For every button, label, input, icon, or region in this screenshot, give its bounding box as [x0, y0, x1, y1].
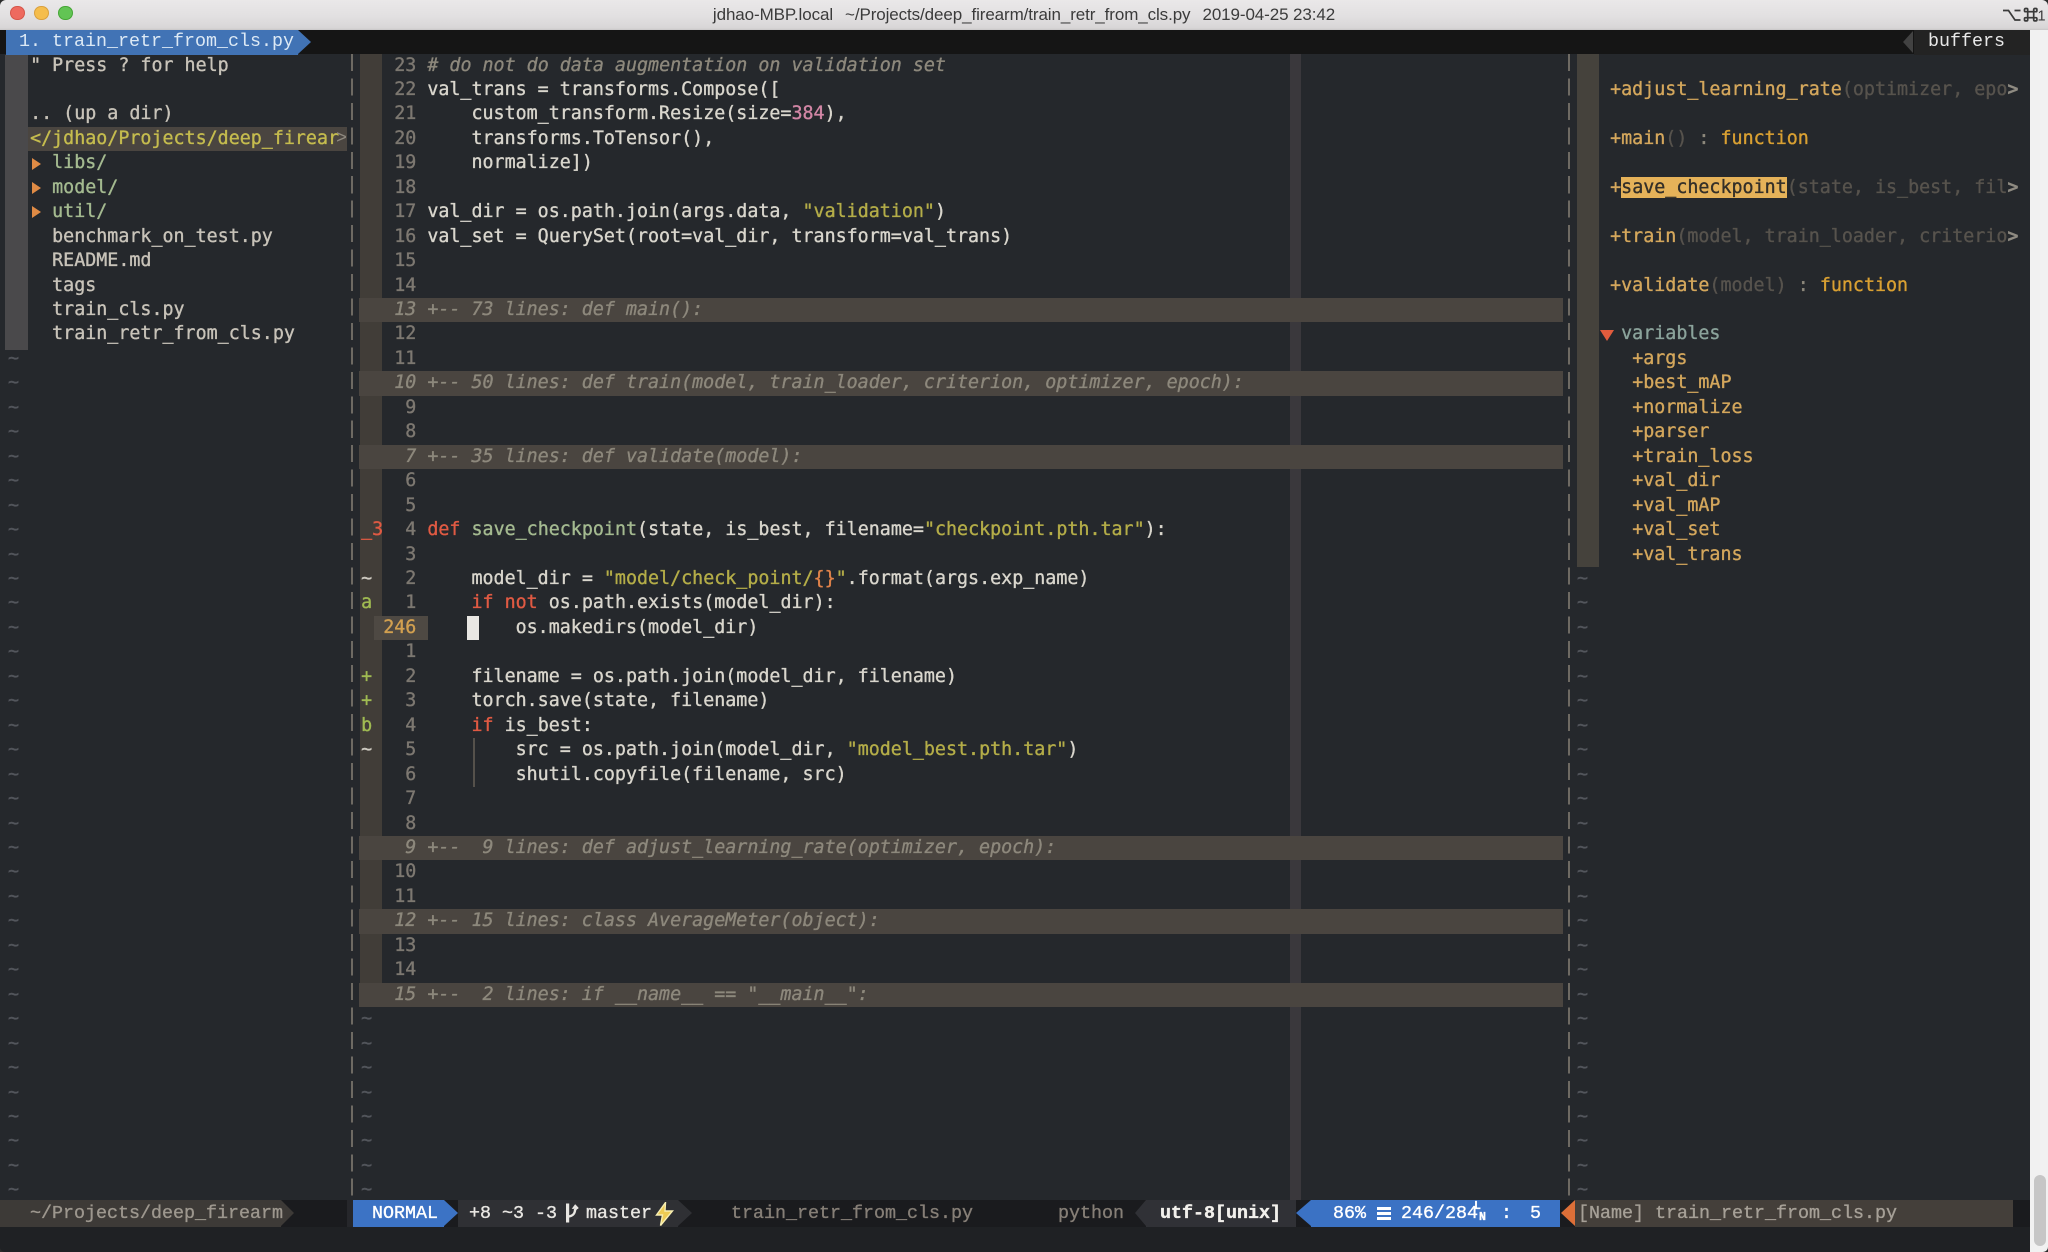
- svg-text:1: 1: [2038, 9, 2046, 25]
